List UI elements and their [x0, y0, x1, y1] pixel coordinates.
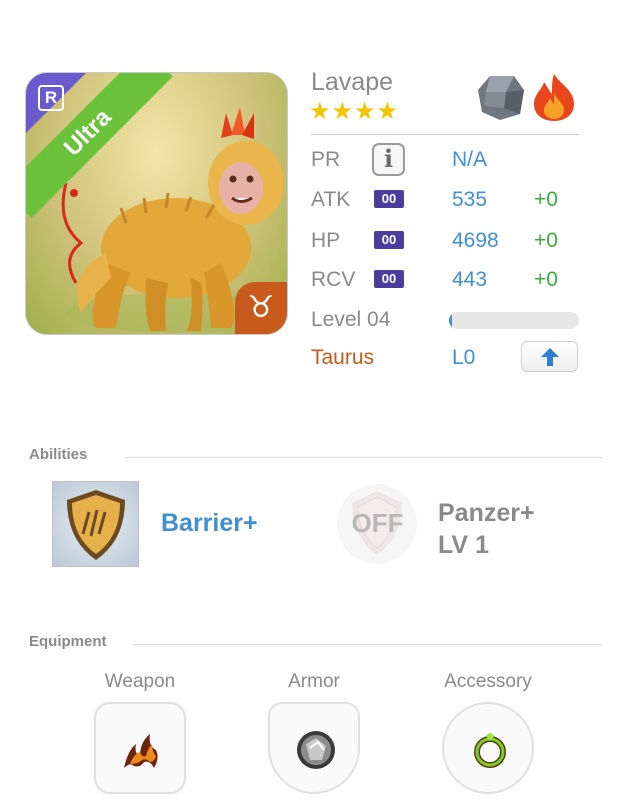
fire-icon — [534, 74, 574, 121]
barrier-ability-icon[interactable] — [52, 481, 139, 567]
equipment-divider — [133, 644, 602, 645]
panzer-ability-name: Panzer+ LV 1 — [438, 497, 535, 561]
rock-icon — [478, 76, 524, 120]
awakening-level: L0 — [452, 346, 476, 369]
weapon-label: Weapon — [104, 671, 176, 692]
accessory-label: Accessory — [444, 671, 532, 692]
pr-value: N/A — [452, 148, 488, 171]
monster-portrait[interactable]: Ultra R ♉ — [25, 72, 288, 335]
zodiac-label: Taurus — [311, 346, 375, 369]
header-divider — [311, 134, 579, 135]
info-button[interactable]: i — [372, 143, 405, 176]
shield-icon — [67, 490, 125, 560]
taurus-icon: ♉ — [235, 282, 287, 334]
panzer-name-line: Panzer+ — [438, 499, 535, 527]
level-progress-fill — [449, 312, 452, 329]
flame-claw-icon — [124, 734, 158, 768]
hp-plus-badge: 00 — [374, 231, 404, 249]
level-progress-bar — [449, 312, 579, 329]
star-rating: ★★★★ — [309, 97, 400, 125]
atk-plus-badge: 00 — [374, 190, 404, 208]
barrier-ability-name: Barrier+ — [161, 509, 258, 537]
panzer-off-status: OFF — [351, 508, 404, 538]
atk-value: 535 — [452, 188, 488, 211]
armor-slot[interactable] — [268, 702, 360, 794]
rarity-r-badge: R — [38, 85, 64, 111]
stone-orb-icon — [297, 731, 335, 769]
atk-bonus: +0 — [534, 188, 558, 211]
armor-label: Armor — [288, 671, 340, 692]
monster-name: Lavape — [311, 68, 394, 96]
abilities-divider — [125, 457, 602, 458]
rcv-value: 443 — [452, 268, 488, 291]
hp-value: 4698 — [452, 229, 499, 252]
rcv-bonus: +0 — [534, 268, 558, 291]
panzer-level-line: LV 1 — [438, 531, 489, 559]
weapon-slot[interactable] — [94, 702, 186, 794]
hp-bonus: +0 — [534, 229, 558, 252]
hp-label: HP — [311, 229, 341, 252]
equipment-title: Equipment — [29, 633, 107, 650]
abilities-title: Abilities — [29, 446, 88, 463]
upgrade-button[interactable] — [521, 341, 578, 372]
atk-label: ATK — [311, 188, 351, 211]
rcv-plus-badge: 00 — [374, 270, 404, 288]
arrow-up-icon — [540, 348, 559, 366]
rcv-label: RCV — [311, 268, 356, 291]
accessory-slot[interactable] — [442, 702, 534, 794]
level-label: Level 04 — [311, 308, 391, 331]
pr-label: PR — [311, 148, 341, 171]
green-ring-icon — [474, 733, 506, 768]
